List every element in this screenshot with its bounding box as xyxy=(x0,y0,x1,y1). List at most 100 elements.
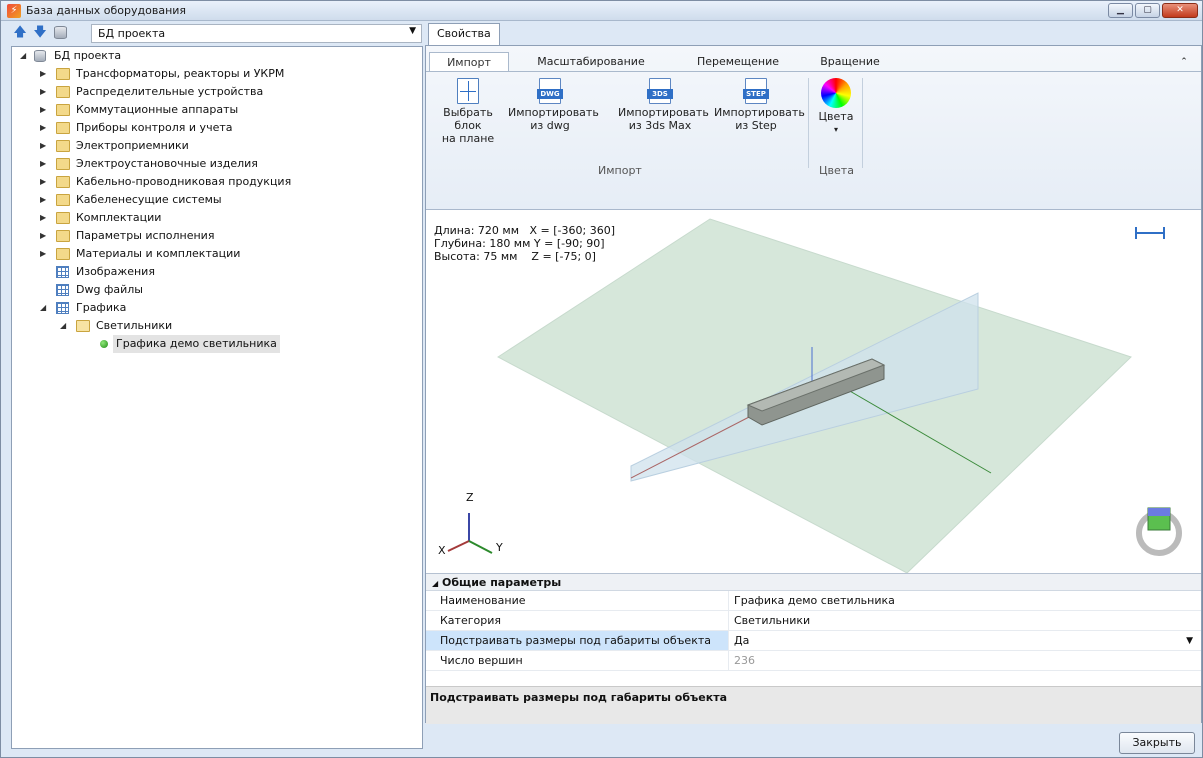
3ds-file-icon: 3DS xyxy=(647,78,673,104)
close-icon[interactable]: ✕ xyxy=(1162,3,1198,18)
tree-item[interactable]: ▶ Кабеленесущие системы xyxy=(16,191,416,209)
chevron-down-icon[interactable]: ▼ xyxy=(1186,631,1193,651)
table-icon xyxy=(56,266,69,278)
tree-label: Графика xyxy=(76,301,127,314)
import-step-button[interactable]: STEP Импортировать из Step xyxy=(714,78,805,132)
expanded-arrow-icon[interactable]: ◢ xyxy=(20,47,30,65)
collapsed-arrow-icon[interactable]: ▶ xyxy=(40,173,50,191)
collapsed-arrow-icon[interactable]: ▶ xyxy=(40,83,50,101)
collapsed-arrow-icon[interactable]: ▶ xyxy=(40,227,50,245)
button-label: из Step xyxy=(735,119,777,132)
left-toolbar: 🡅 🡇 БД проекта ▼ xyxy=(11,23,423,45)
tree-item[interactable]: ▶ Параметры исполнения xyxy=(16,227,416,245)
tree-item[interactable]: ◢ Светильники xyxy=(16,317,416,335)
import-3ds-button[interactable]: 3DS Импортировать из 3ds Max xyxy=(618,78,709,132)
file-tag: 3DS xyxy=(647,89,673,99)
tree-label: Трансформаторы, реакторы и УКРМ xyxy=(76,67,285,80)
ribbon-tab-import[interactable]: Импорт xyxy=(429,52,509,72)
tree-label: Электроприемники xyxy=(76,139,189,152)
tree-label: Приборы контроля и учета xyxy=(76,121,233,134)
property-row[interactable]: Наименование Графика демо светильника xyxy=(426,591,1201,611)
property-row[interactable]: Категория Светильники xyxy=(426,611,1201,631)
folder-icon xyxy=(56,86,70,98)
axis-indicator-x xyxy=(447,540,470,552)
property-key: Наименование xyxy=(426,591,729,610)
table-icon xyxy=(56,284,69,296)
window-title: База данных оборудования xyxy=(26,4,187,17)
tree-item[interactable]: ▶ Приборы контроля и учета xyxy=(16,119,416,137)
group-label-colors: Цвета xyxy=(819,164,854,177)
tree-item[interactable]: ◢ Графика xyxy=(16,299,416,317)
title-bar: ⚡ База данных оборудования ▁ ▢ ✕ xyxy=(1,1,1202,21)
property-value[interactable]: Светильники xyxy=(734,611,1194,630)
collapsed-arrow-icon[interactable]: ▶ xyxy=(40,155,50,173)
3d-viewport[interactable]: Длина: 720 мм X = [-360; 360] Глубина: 1… xyxy=(426,211,1201,573)
expanded-arrow-icon[interactable]: ◢ xyxy=(40,299,50,317)
property-value: 236 xyxy=(734,654,755,667)
folder-icon xyxy=(56,176,70,188)
folder-icon xyxy=(56,248,70,260)
tree-item[interactable]: ▶ Кабельно-проводниковая продукция xyxy=(16,173,416,191)
tree-item[interactable]: ▶ Трансформаторы, реакторы и УКРМ xyxy=(16,65,416,83)
select-block-button[interactable]: Выбрать блок на плане xyxy=(428,78,508,145)
tree-item[interactable]: ▶ Распределительные устройства xyxy=(16,83,416,101)
file-tag: DWG xyxy=(537,89,563,99)
database-icon xyxy=(34,50,46,62)
tree-item[interactable]: ▶ Электроприемники xyxy=(16,137,416,155)
db-tree[interactable]: ◢ БД проекта ▶ Трансформаторы, реакторы и… xyxy=(11,46,423,749)
ribbon-tab-scale[interactable]: Масштабирование xyxy=(528,52,654,72)
arrow-down-icon[interactable]: 🡇 xyxy=(33,26,47,40)
minimize-icon[interactable]: ▁ xyxy=(1108,3,1133,18)
ribbon-tab-move[interactable]: Перемещение xyxy=(686,52,790,72)
collapsed-arrow-icon[interactable]: ▶ xyxy=(40,119,50,137)
tree-item[interactable]: ▶ Материалы и комплектации xyxy=(16,245,416,263)
chevron-down-icon: ▼ xyxy=(409,26,416,36)
expanded-arrow-icon[interactable]: ◢ xyxy=(60,317,70,335)
database-select[interactable]: БД проекта ▼ xyxy=(91,24,422,43)
tree-item[interactable]: ▶ Комплектации xyxy=(16,209,416,227)
database-icon[interactable] xyxy=(54,26,67,39)
tree-item[interactable]: ▶ Коммутационные аппараты xyxy=(16,101,416,119)
folder-icon xyxy=(56,68,70,80)
import-dwg-button[interactable]: DWG Импортировать из dwg xyxy=(508,78,599,132)
tree-item[interactable]: ▶ Электроустановочные изделия xyxy=(16,155,416,173)
property-row[interactable]: Число вершин 236 xyxy=(426,651,1201,671)
ribbon-tab-rotate[interactable]: Вращение xyxy=(810,52,890,72)
property-value[interactable]: Графика демо светильника xyxy=(734,591,1194,610)
tree-item[interactable]: Dwg файлы xyxy=(16,281,416,299)
button-label: из 3ds Max xyxy=(628,119,692,132)
folder-icon xyxy=(56,158,70,170)
collapsed-arrow-icon[interactable]: ▶ xyxy=(40,65,50,83)
button-label: Выбрать блок xyxy=(443,106,493,132)
axis-label-y: Y xyxy=(496,541,503,554)
tree-label: Dwg файлы xyxy=(76,283,143,296)
close-button[interactable]: Закрыть xyxy=(1119,732,1195,754)
tree-label: Электроустановочные изделия xyxy=(76,157,258,170)
ribbon-collapse-icon[interactable]: ⌃ xyxy=(1174,52,1194,72)
dim-depth: Глубина: 180 мм Y = [-90; 90] xyxy=(434,237,605,250)
property-row-selected[interactable]: Подстраивать размеры под габариты объект… xyxy=(426,631,1201,651)
dropdown-arrow-icon: ▾ xyxy=(833,125,838,134)
tree-root[interactable]: ◢ БД проекта xyxy=(16,47,416,65)
maximize-icon[interactable]: ▢ xyxy=(1135,3,1160,18)
collapsed-arrow-icon[interactable]: ▶ xyxy=(40,209,50,227)
collapsed-arrow-icon[interactable]: ▶ xyxy=(40,191,50,209)
colors-button[interactable]: Цвета ▾ xyxy=(814,78,858,134)
property-value-select[interactable]: Да xyxy=(734,631,1194,650)
tree-label: Коммутационные аппараты xyxy=(76,103,239,116)
green-dot-icon xyxy=(100,340,108,348)
select-block-icon xyxy=(457,78,479,104)
tree-item[interactable]: Изображения xyxy=(16,263,416,281)
collapse-triangle-icon[interactable]: ◢ xyxy=(432,579,438,588)
collapsed-arrow-icon[interactable]: ▶ xyxy=(40,137,50,155)
tree-item-selected[interactable]: Графика демо светильника xyxy=(16,335,416,353)
property-grid: ◢ Общие параметры Наименование Графика де… xyxy=(426,573,1201,724)
ribbon-separator xyxy=(808,78,809,168)
axis-label-x: X xyxy=(438,544,446,557)
tab-properties[interactable]: Свойства xyxy=(428,23,500,45)
arrow-up-icon[interactable]: 🡅 xyxy=(13,26,27,40)
collapsed-arrow-icon[interactable]: ▶ xyxy=(40,245,50,263)
category-header[interactable]: ◢ Общие параметры xyxy=(426,574,1201,591)
left-panel: 🡅 🡇 БД проекта ▼ ◢ БД проекта ▶ Трансформ… xyxy=(11,23,423,749)
collapsed-arrow-icon[interactable]: ▶ xyxy=(40,101,50,119)
